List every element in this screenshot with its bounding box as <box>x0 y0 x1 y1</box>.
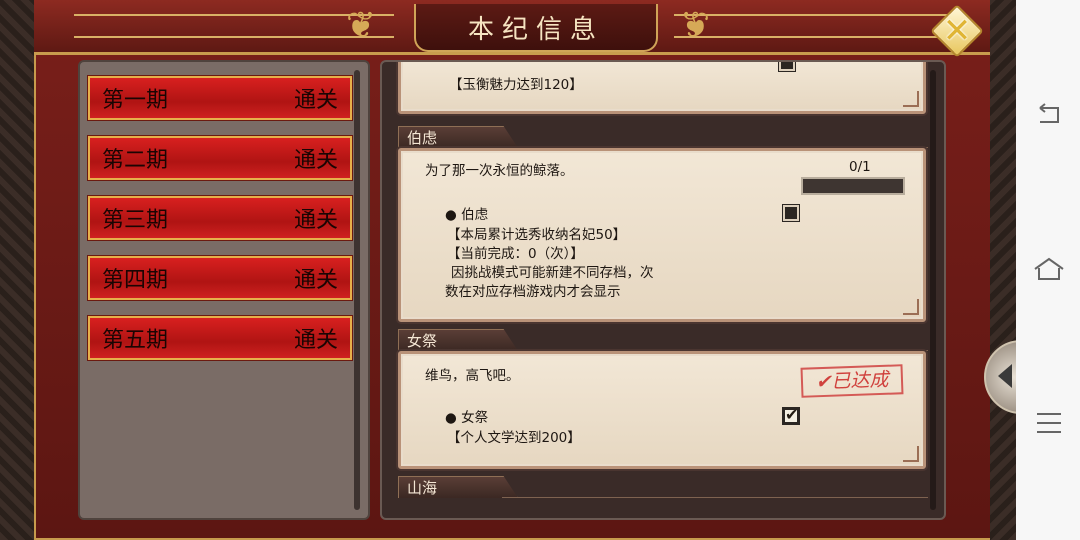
completed-stamp: ✔已达成 <box>800 364 904 398</box>
achievement-progress-bar <box>801 177 905 195</box>
period-item-2[interactable]: 第二期 通关 <box>88 136 352 180</box>
title-plate: 本纪信息 <box>414 4 658 52</box>
header-rail-right <box>674 14 954 38</box>
period-name: 第三期 <box>102 208 169 233</box>
section-tab-bolu: 伯虑 <box>398 126 518 148</box>
android-home-icon[interactable] <box>1032 255 1066 285</box>
scroll-ornament-right-icon: ❦ <box>679 5 710 46</box>
achievement-list-scrollbar[interactable] <box>930 70 936 510</box>
period-item-1[interactable]: 第一期 通关 <box>88 76 352 120</box>
achievement-requirement: 【玉衡魅力达到120】 <box>449 77 583 93</box>
achievement-note: 数在对应存档游戏内才会显示 <box>445 284 621 300</box>
achievement-item-name: ● 女祭 <box>445 410 489 426</box>
achievement-progress-text: 0/1 <box>849 159 871 175</box>
achievement-checkbox <box>779 62 795 71</box>
achievement-note: 因挑战模式可能新建不同存档，次 <box>451 265 654 281</box>
close-x-icon: ✕ <box>942 11 972 51</box>
period-list-panel: 第一期 通关 第二期 通关 第三期 通关 第四期 通关 第五期 通关 <box>78 60 370 520</box>
achievement-description: 为了那一次永恒的鲸落。 <box>425 163 574 179</box>
left-ornament <box>0 0 34 540</box>
period-name: 第五期 <box>102 328 169 353</box>
period-name: 第一期 <box>102 88 169 113</box>
close-button[interactable]: ✕ <box>930 4 984 58</box>
page-title: 本纪信息 <box>467 14 604 45</box>
period-status: 通关 <box>293 268 338 293</box>
period-item-3[interactable]: 第三期 通关 <box>88 196 352 240</box>
achievement-checkbox-bolu <box>783 205 799 221</box>
period-status: 通关 <box>293 328 338 353</box>
period-list-scrollbar[interactable] <box>354 70 360 510</box>
right-ornament <box>990 0 1016 540</box>
achievement-checkbox-nvji <box>783 405 799 424</box>
achievement-card-bolu: 为了那一次永恒的鲸落。 0/1 ● 伯虑 【本局累计选秀收纳名妃50】 【当前完… <box>398 148 926 322</box>
achievement-description: 维鸟，高飞吧。 <box>425 368 520 384</box>
system-nav-bar <box>1016 0 1080 540</box>
achievement-current-progress: 【当前完成：0（次）】 <box>447 246 584 262</box>
card-corner-ornament <box>903 91 919 107</box>
period-item-4[interactable]: 第四期 通关 <box>88 256 352 300</box>
period-status: 通关 <box>293 208 338 233</box>
header-bar: ❦ ❦ 本纪信息 <box>34 0 990 55</box>
period-item-5[interactable]: 第五期 通关 <box>88 316 352 360</box>
card-corner-ornament <box>903 299 919 315</box>
period-status: 通关 <box>293 148 338 173</box>
achievement-item-name: ● 伯虑 <box>445 207 489 223</box>
achievement-requirement: 【个人文学达到200】 <box>447 430 581 446</box>
period-name: 第二期 <box>102 148 169 173</box>
scroll-ornament-left-icon: ❦ <box>346 5 377 46</box>
achievement-requirement: 【本局累计选秀收纳名妃50】 <box>447 227 627 243</box>
achievement-card-nvji: 维鸟，高飞吧。 ✔已达成 ● 女祭 【个人文学达到200】 <box>398 351 926 469</box>
section-divider <box>502 497 928 498</box>
section-tab-shanhai: 山海 <box>398 476 518 498</box>
android-menu-icon[interactable] <box>1032 408 1066 438</box>
period-status: 通关 <box>293 88 338 113</box>
section-tab-nvji: 女祭 <box>398 329 518 351</box>
achievement-card-partial: 【玉衡魅力达到120】 <box>398 62 926 114</box>
android-back-icon[interactable] <box>1032 100 1066 130</box>
period-name: 第四期 <box>102 268 169 293</box>
card-corner-ornament <box>903 446 919 462</box>
achievement-list-panel: 【玉衡魅力达到120】 伯虑 为了那一次永恒的鲸落。 0/1 ● 伯虑 【本局累… <box>380 60 946 520</box>
